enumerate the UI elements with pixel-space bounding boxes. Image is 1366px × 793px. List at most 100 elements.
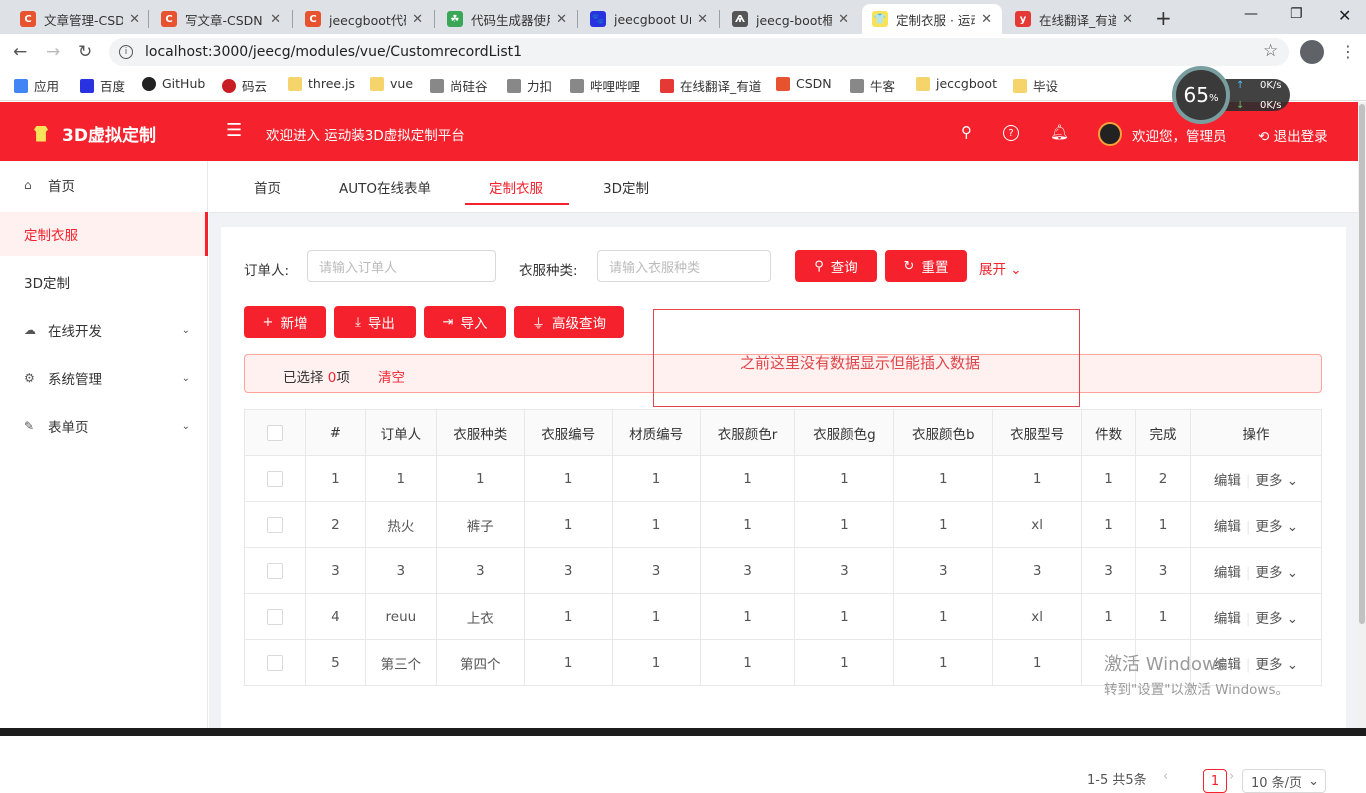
table-row[interactable]: 4 reuu 上衣 1 1 1 1 1 xl 1 1 编辑 | 更多 ⌄: [244, 593, 1322, 640]
bookmark-item[interactable]: jeccgboot: [916, 76, 997, 91]
sidebar-item-system[interactable]: ⚙ 系统管理 ⌄: [0, 356, 208, 400]
close-tab-icon[interactable]: ✕: [838, 12, 849, 27]
sidebar-item-online-dev[interactable]: ☁ 在线开发 ⌄: [0, 308, 208, 352]
close-tab-icon[interactable]: ✕: [697, 12, 708, 27]
bookmark-item[interactable]: CSDN: [776, 76, 832, 91]
browser-tab[interactable]: 🐾 jeecgboot Un ✕: [580, 4, 718, 34]
table-row[interactable]: 1 1 1 1 1 1 1 1 1 1 2 编辑 | 更多 ⌄: [244, 455, 1322, 502]
tab-auto-form[interactable]: AUTO在线表单: [339, 177, 431, 197]
clear-selection-link[interactable]: 清空: [378, 366, 405, 386]
prev-page-icon[interactable]: ‹: [1163, 769, 1168, 784]
browser-menu-icon[interactable]: ⋮: [1340, 42, 1356, 61]
scrollbar-thumb[interactable]: [1359, 104, 1365, 624]
close-tab-icon[interactable]: ✕: [129, 12, 140, 27]
expand-link[interactable]: 展开 ⌄: [979, 258, 1022, 278]
avatar[interactable]: [1098, 122, 1122, 146]
close-tab-icon[interactable]: ✕: [556, 12, 567, 27]
browser-tab[interactable]: 👕 定制衣服 · 运动 ✕: [862, 4, 1002, 34]
upload-arrow-icon: ↑: [1236, 80, 1245, 91]
url-input[interactable]: i localhost:3000/jeecg/modules/vue/Custo…: [109, 38, 1289, 66]
browser-tab[interactable]: Cjeecgboot代码 ✕: [295, 4, 433, 34]
more-dropdown[interactable]: 更多 ⌄: [1255, 611, 1298, 627]
bookmark-item[interactable]: 应用: [14, 76, 59, 95]
app-logo[interactable]: 3D虚拟定制: [34, 121, 156, 146]
reload-icon[interactable]: ↻: [78, 42, 92, 62]
row-checkbox[interactable]: [266, 470, 283, 487]
restore-button[interactable]: ❐: [1290, 6, 1303, 22]
close-tab-icon[interactable]: ✕: [270, 12, 281, 27]
orderer-input[interactable]: 请输入订单人: [307, 250, 496, 282]
search-icon[interactable]: ⚲: [961, 123, 972, 141]
more-dropdown[interactable]: 更多 ⌄: [1255, 565, 1298, 581]
table-cell: 1: [893, 639, 994, 686]
bookmark-item[interactable]: 在线翻译_有道: [660, 76, 761, 95]
sidebar-item-forms[interactable]: ✎ 表单页 ⌄: [0, 404, 208, 448]
browser-tab[interactable]: ☘ 代码生成器使用 ✕: [437, 4, 577, 34]
more-dropdown[interactable]: 更多 ⌄: [1255, 519, 1298, 535]
add-button[interactable]: + 新增: [244, 306, 326, 338]
close-tab-icon[interactable]: ✕: [412, 12, 423, 27]
advanced-query-button[interactable]: ⏚ 高级查询: [514, 306, 624, 338]
bookmark-item[interactable]: 哔哩哔哩: [570, 76, 640, 95]
export-button[interactable]: ⤓ 导出: [334, 306, 416, 338]
bookmark-item[interactable]: 百度: [80, 76, 125, 95]
account-icon[interactable]: [1300, 40, 1324, 64]
row-checkbox[interactable]: [266, 654, 283, 671]
table-cell: 1: [699, 593, 796, 640]
close-tab-icon[interactable]: ✕: [981, 12, 992, 27]
bookmark-item[interactable]: vue: [370, 76, 413, 91]
sidebar-item-custom-clothes[interactable]: 定制衣服: [0, 212, 208, 256]
tab-home[interactable]: 首页: [254, 177, 281, 197]
edit-link[interactable]: 编辑: [1214, 473, 1241, 489]
tab-custom-clothes[interactable]: 定制衣服: [489, 177, 543, 197]
browser-tab[interactable]: Ѧjeecg-boot框 ✕: [722, 4, 859, 34]
page-size-select[interactable]: 10 条/页 ⌄: [1242, 769, 1326, 793]
page-number-current[interactable]: 1: [1203, 769, 1227, 793]
more-dropdown[interactable]: 更多 ⌄: [1255, 473, 1298, 489]
menu-fold-icon[interactable]: ☰: [226, 120, 242, 141]
edit-link[interactable]: 编辑: [1214, 611, 1241, 627]
bookmark-item[interactable]: 力扣: [507, 76, 552, 95]
sidebar-item-3d-custom[interactable]: 3D定制: [0, 260, 208, 304]
info-icon[interactable]: i: [119, 45, 133, 59]
clothes-type-input[interactable]: 请输入衣服种类: [597, 250, 771, 282]
network-monitor-widget[interactable]: 65% 0K/s 0K/s ↑ ↓: [1172, 66, 1290, 124]
sidebar-item-home[interactable]: ⌂ 首页: [0, 163, 208, 207]
minimize-button[interactable]: —: [1244, 6, 1258, 22]
edit-link[interactable]: 编辑: [1214, 565, 1241, 581]
bell-icon[interactable]: 🔔︎: [1050, 123, 1069, 141]
next-page-icon[interactable]: ›: [1229, 769, 1234, 784]
logout-button[interactable]: ⟲ 退出登录: [1258, 125, 1328, 145]
bookmark-item[interactable]: 码云: [222, 76, 267, 95]
row-checkbox[interactable]: [266, 516, 283, 533]
browser-tab[interactable]: C 文章管理-CSDN ✕: [10, 4, 150, 34]
tab-3d-custom[interactable]: 3D定制: [603, 177, 649, 197]
user-greeting[interactable]: 欢迎您，管理员: [1132, 125, 1227, 145]
help-icon[interactable]: ?: [1003, 125, 1019, 141]
close-tab-icon[interactable]: ✕: [1122, 12, 1133, 27]
import-button[interactable]: ⇥ 导入: [424, 306, 506, 338]
select-all-checkbox[interactable]: [266, 424, 283, 441]
close-window-button[interactable]: ✕: [1338, 6, 1351, 25]
table-row[interactable]: 2 热火 裤子 1 1 1 1 1 xl 1 1 编辑 | 更多 ⌄: [244, 501, 1322, 548]
reset-button[interactable]: ↻ 重置: [885, 250, 967, 282]
new-tab-button[interactable]: +: [1155, 6, 1172, 30]
action-divider: |: [1245, 610, 1251, 627]
browser-tab[interactable]: C 写文章-CSDN ✕: [151, 4, 291, 34]
query-button[interactable]: ⚲ 查询: [795, 250, 877, 282]
bookmark-item[interactable]: GitHub: [142, 76, 205, 91]
site-icon: [850, 78, 864, 93]
forward-icon[interactable]: →: [46, 42, 60, 62]
bookmark-item[interactable]: 牛客: [850, 76, 895, 95]
table-row[interactable]: 3 3 3 3 3 3 3 3 3 3 3 编辑 | 更多 ⌄: [244, 547, 1322, 594]
bookmark-item[interactable]: 尚硅谷: [430, 76, 488, 95]
edit-link[interactable]: 编辑: [1214, 519, 1241, 535]
back-icon[interactable]: ←: [13, 42, 27, 62]
row-checkbox[interactable]: [266, 562, 283, 579]
bookmark-item[interactable]: 毕设: [1013, 76, 1058, 95]
row-checkbox[interactable]: [266, 608, 283, 625]
row-select-cell: [244, 455, 306, 502]
browser-tab[interactable]: y 在线翻译_有道 ✕: [1005, 4, 1143, 34]
bookmark-item[interactable]: three.js: [288, 76, 355, 91]
bookmark-star-icon[interactable]: ☆: [1263, 41, 1278, 61]
